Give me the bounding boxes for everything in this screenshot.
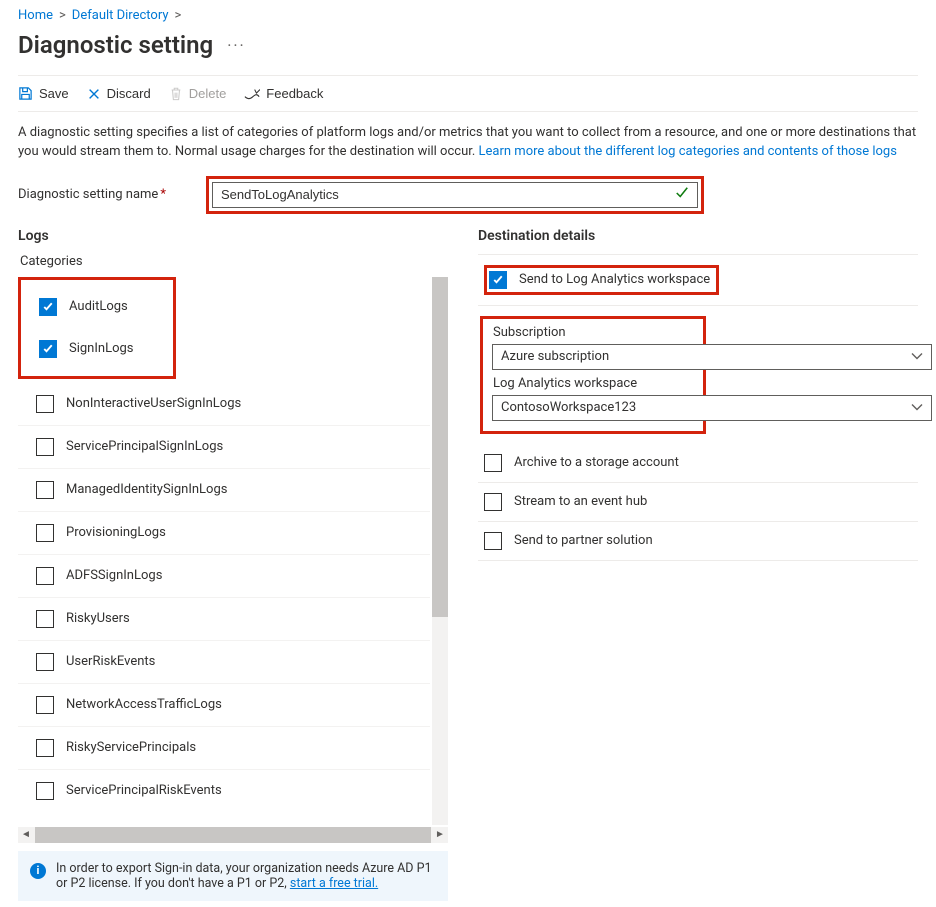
log-highlight: AuditLogs SignInLogs — [18, 277, 176, 379]
log-row[interactable]: RiskyServicePrincipals — [18, 726, 430, 769]
trash-icon — [169, 86, 183, 101]
subscription-dropdown[interactable]: Azure subscription — [492, 344, 932, 370]
breadcrumb-home[interactable]: Home — [18, 8, 53, 23]
workspace-dropdown[interactable]: ContosoWorkspace123 — [492, 395, 932, 421]
log-label: SignInLogs — [69, 341, 134, 356]
log-label: NetworkAccessTrafficLogs — [66, 697, 222, 712]
checkbox-stream[interactable] — [484, 493, 502, 511]
dest-row-stream[interactable]: Stream to an event hub — [478, 483, 918, 522]
checkbox[interactable] — [36, 481, 54, 499]
chevron-right-icon: > — [175, 8, 182, 23]
breadcrumb: Home > Default Directory > — [18, 6, 918, 27]
log-row[interactable]: ManagedIdentitySignInLogs — [18, 468, 430, 511]
setting-name-input[interactable] — [212, 182, 698, 208]
required-asterisk: * — [160, 187, 166, 202]
log-row[interactable]: RiskyUsers — [18, 597, 430, 640]
log-row[interactable]: UserRiskEvents — [18, 640, 430, 683]
log-row-signinlogs[interactable]: SignInLogs — [21, 328, 173, 370]
log-label: ServicePrincipalRiskEvents — [66, 783, 222, 798]
scroll-left-icon[interactable]: ◄ — [18, 829, 34, 840]
log-label: UserRiskEvents — [66, 654, 155, 669]
log-label: ManagedIdentitySignInLogs — [66, 482, 227, 497]
checkbox[interactable] — [36, 610, 54, 628]
breadcrumb-directory[interactable]: Default Directory — [72, 8, 169, 23]
learn-more-link[interactable]: Learn more about the different log categ… — [479, 144, 897, 159]
chevron-right-icon: > — [59, 8, 66, 23]
logs-heading: Logs — [18, 228, 448, 244]
log-row-auditlogs[interactable]: AuditLogs — [21, 286, 173, 328]
dest-label: Archive to a storage account — [514, 455, 679, 470]
log-row[interactable]: NetworkAccessTrafficLogs — [18, 683, 430, 726]
toolbar: Save Discard Delete Feedback — [18, 75, 918, 112]
dest-row-archive[interactable]: Archive to a storage account — [478, 444, 918, 483]
checkbox[interactable] — [36, 653, 54, 671]
checkbox[interactable] — [36, 696, 54, 714]
log-categories-list: AuditLogs SignInLogs NonInteractiveUserS… — [18, 277, 448, 825]
checkbox-partner[interactable] — [484, 532, 502, 550]
log-label: RiskyUsers — [66, 611, 130, 626]
subscription-label: Subscription — [493, 325, 693, 340]
log-label: ProvisioningLogs — [66, 525, 166, 540]
delete-button: Delete — [169, 86, 227, 101]
chevron-down-icon — [911, 349, 923, 364]
more-menu-icon[interactable]: ··· — [227, 36, 246, 55]
checkbox-auditlogs[interactable] — [39, 298, 57, 316]
log-row[interactable]: NonInteractiveUserSignInLogs — [18, 383, 430, 425]
discard-button[interactable]: Discard — [87, 86, 151, 101]
log-label: ADFSSignInLogs — [66, 568, 162, 583]
chevron-down-icon — [911, 400, 923, 415]
dest-sub-highlight: Subscription Azure subscription Log Anal… — [480, 316, 706, 434]
workspace-label: Log Analytics workspace — [493, 376, 693, 391]
log-row[interactable]: ADFSSignInLogs — [18, 554, 430, 597]
vertical-scrollbar[interactable] — [432, 277, 448, 825]
checkbox[interactable] — [36, 524, 54, 542]
log-label: RiskyServicePrincipals — [66, 740, 196, 755]
dest-row-partner[interactable]: Send to partner solution — [478, 522, 918, 561]
save-button[interactable]: Save — [18, 86, 69, 101]
save-icon — [18, 86, 33, 101]
dest-label: Send to partner solution — [514, 533, 653, 548]
start-free-trial-link[interactable]: start a free trial. — [290, 876, 378, 891]
checkbox[interactable] — [36, 567, 54, 585]
dest-la-highlight: Send to Log Analytics workspace — [484, 265, 719, 295]
destination-heading: Destination details — [478, 228, 918, 244]
checkbox[interactable] — [36, 395, 54, 413]
info-banner: i In order to export Sign-in data, your … — [18, 851, 448, 901]
horizontal-scrollbar[interactable]: ◄ ► — [18, 827, 448, 843]
setting-name-highlight — [206, 176, 704, 214]
dest-label: Send to Log Analytics workspace — [519, 272, 710, 287]
checkbox[interactable] — [36, 782, 54, 800]
page-title: Diagnostic setting — [18, 31, 213, 59]
feedback-icon — [244, 87, 260, 101]
log-row[interactable]: ServicePrincipalSignInLogs — [18, 425, 430, 468]
categories-heading: Categories — [20, 254, 448, 269]
checkbox-send-log-analytics[interactable] — [489, 271, 507, 289]
log-label: AuditLogs — [69, 299, 128, 314]
close-icon — [87, 87, 101, 101]
setting-name-label: Diagnostic setting name* — [18, 187, 166, 202]
log-label: NonInteractiveUserSignInLogs — [66, 396, 241, 411]
checkbox-signinlogs[interactable] — [39, 340, 57, 358]
dest-label: Stream to an event hub — [514, 494, 647, 509]
log-row[interactable]: ProvisioningLogs — [18, 511, 430, 554]
description-text: A diagnostic setting specifies a list of… — [18, 124, 918, 162]
log-row[interactable]: ServicePrincipalRiskEvents — [18, 769, 430, 812]
scroll-right-icon[interactable]: ► — [432, 829, 448, 840]
checkbox[interactable] — [36, 739, 54, 757]
info-icon: i — [30, 863, 46, 879]
feedback-button[interactable]: Feedback — [244, 86, 323, 101]
log-label: ServicePrincipalSignInLogs — [66, 439, 223, 454]
checkbox[interactable] — [36, 438, 54, 456]
checkbox-archive[interactable] — [484, 454, 502, 472]
